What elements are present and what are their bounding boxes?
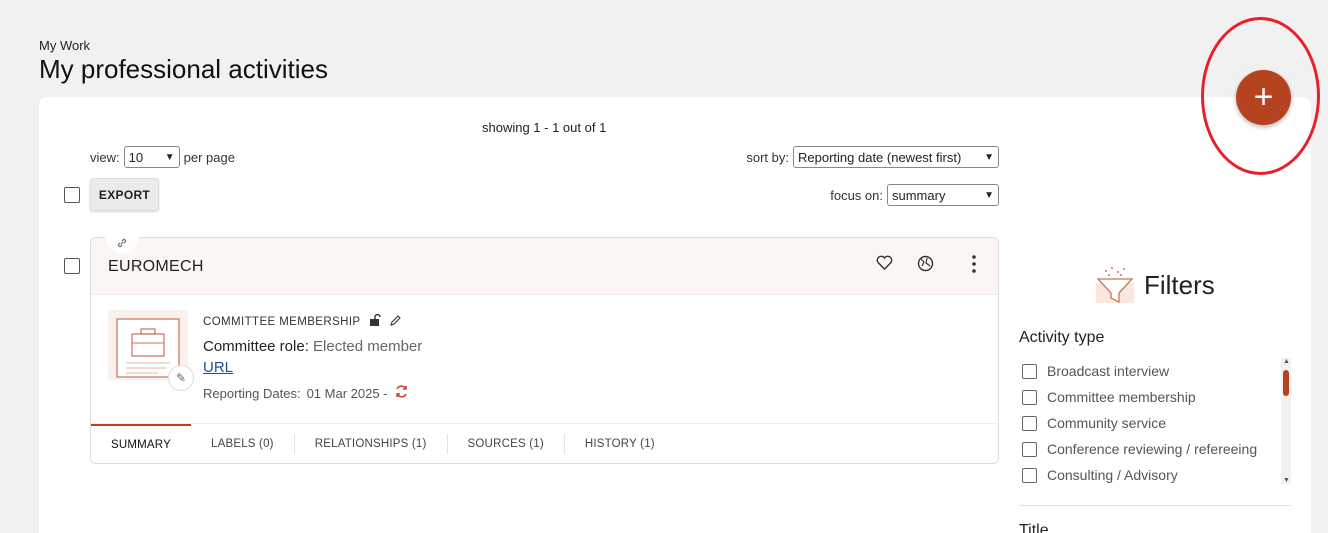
activity-header: EUROMECH — [91, 233, 998, 295]
focus-row: focus on: summary ▼ — [830, 184, 999, 206]
activity-card: EUROMECH ✎ COMMITTEE MEMBERSHIP Committe… — [90, 233, 999, 464]
page-title: My professional activities — [39, 54, 328, 84]
filter-list-scrollbar[interactable]: ▲ ▼ — [1281, 358, 1291, 484]
filter-option-broadcast-interview[interactable]: Broadcast interview — [1019, 358, 1291, 384]
view-per-page-row: view: 10 ▼ per page — [90, 146, 235, 168]
filters-title: Filters — [1144, 269, 1215, 300]
add-activity-button[interactable]: + — [1236, 70, 1291, 125]
edit-pencil-icon[interactable] — [389, 314, 401, 329]
filter-checkbox[interactable] — [1022, 389, 1037, 405]
chevron-down-icon: ▼ — [164, 151, 175, 163]
link-icon[interactable] — [105, 233, 139, 253]
per-page-label: per page — [183, 149, 235, 165]
tab-relationships[interactable]: RELATIONSHIPS (1) — [295, 433, 448, 454]
export-button[interactable]: EXPORT — [90, 178, 159, 211]
scroll-down-icon[interactable]: ▼ — [1283, 477, 1290, 484]
tab-summary[interactable]: SUMMARY — [91, 423, 191, 464]
url-link[interactable]: URL — [203, 359, 233, 376]
edit-thumbnail-icon[interactable]: ✎ — [168, 365, 194, 391]
focus-select[interactable]: summary ▼ — [887, 184, 999, 206]
select-all-checkbox[interactable] — [64, 187, 80, 203]
results-count: showing 1 - 1 out of 1 — [482, 120, 607, 135]
tab-sources[interactable]: SOURCES (1) — [448, 433, 565, 454]
filter-checkbox[interactable] — [1022, 415, 1037, 431]
filter-option-committee-membership[interactable]: Committee membership — [1019, 384, 1291, 410]
activity-type: COMMITTEE MEMBERSHIP — [203, 315, 361, 328]
filters-heading: Filters — [1092, 265, 1215, 305]
role-value: Elected member — [313, 338, 423, 355]
chevron-down-icon: ▼ — [984, 189, 994, 201]
filter-option-conference-reviewing[interactable]: Conference reviewing / refereeing — [1019, 436, 1291, 462]
scroll-up-icon[interactable]: ▲ — [1283, 358, 1290, 365]
filter-option-label: Conference reviewing / refereeing — [1047, 441, 1258, 457]
filter-funnel-icon — [1096, 267, 1134, 304]
filter-option-consulting-advisory[interactable]: Consulting / Advisory — [1019, 462, 1291, 484]
filter-checkbox[interactable] — [1022, 363, 1037, 379]
view-label: view: — [90, 149, 120, 165]
filter-option-label: Community service — [1047, 415, 1167, 431]
sort-label: sort by: — [746, 149, 789, 165]
favorite-heart-icon[interactable] — [876, 255, 893, 276]
filter-checkbox[interactable] — [1022, 467, 1037, 483]
sort-select[interactable]: Reporting date (newest first) ▼ — [793, 146, 999, 168]
focus-value: summary — [892, 187, 946, 203]
focus-label: focus on: — [830, 187, 883, 203]
sort-value: Reporting date (newest first) — [798, 149, 962, 165]
scrollbar-thumb[interactable] — [1283, 370, 1289, 396]
title-filter-title: Title — [1019, 522, 1049, 533]
committee-role: Committee role: Elected member — [203, 338, 422, 355]
breadcrumb: My Work — [39, 38, 91, 53]
filter-checkbox[interactable] — [1022, 441, 1037, 457]
filter-option-label: Consulting / Advisory — [1047, 467, 1178, 483]
reporting-dates: Reporting Dates: 01 Mar 2025 - — [203, 384, 409, 403]
per-page-value: 10 — [128, 149, 144, 165]
activity-type-filter-title: Activity type — [1019, 329, 1105, 346]
ongoing-refresh-icon — [394, 384, 409, 403]
chevron-down-icon: ▼ — [984, 151, 994, 163]
sort-row: sort by: Reporting date (newest first) ▼ — [746, 146, 999, 168]
filter-option-label: Committee membership — [1047, 389, 1196, 405]
filter-option-label: Broadcast interview — [1047, 363, 1170, 379]
filter-option-community-service[interactable]: Community service — [1019, 410, 1291, 436]
activity-type-row: COMMITTEE MEMBERSHIP — [203, 313, 401, 329]
dates-value: 01 Mar 2025 - — [306, 386, 388, 401]
filter-divider — [1019, 505, 1291, 506]
per-page-select[interactable]: 10 ▼ — [123, 146, 180, 168]
unlock-icon[interactable] — [369, 313, 382, 329]
dates-label: Reporting Dates: — [203, 386, 301, 401]
activity-type-filter-list: Broadcast interview Committee membership… — [1019, 358, 1291, 484]
activity-select-checkbox[interactable] — [64, 258, 80, 274]
tab-labels[interactable]: LABELS (0) — [191, 433, 295, 454]
more-options-icon[interactable] — [971, 254, 977, 279]
visibility-globe-icon[interactable] — [917, 255, 934, 277]
tab-history[interactable]: HISTORY (1) — [565, 434, 675, 454]
role-label: Committee role: — [203, 338, 309, 355]
activity-title[interactable]: EUROMECH — [108, 258, 204, 276]
activity-tabs: SUMMARY LABELS (0) RELATIONSHIPS (1) SOU… — [91, 423, 998, 463]
